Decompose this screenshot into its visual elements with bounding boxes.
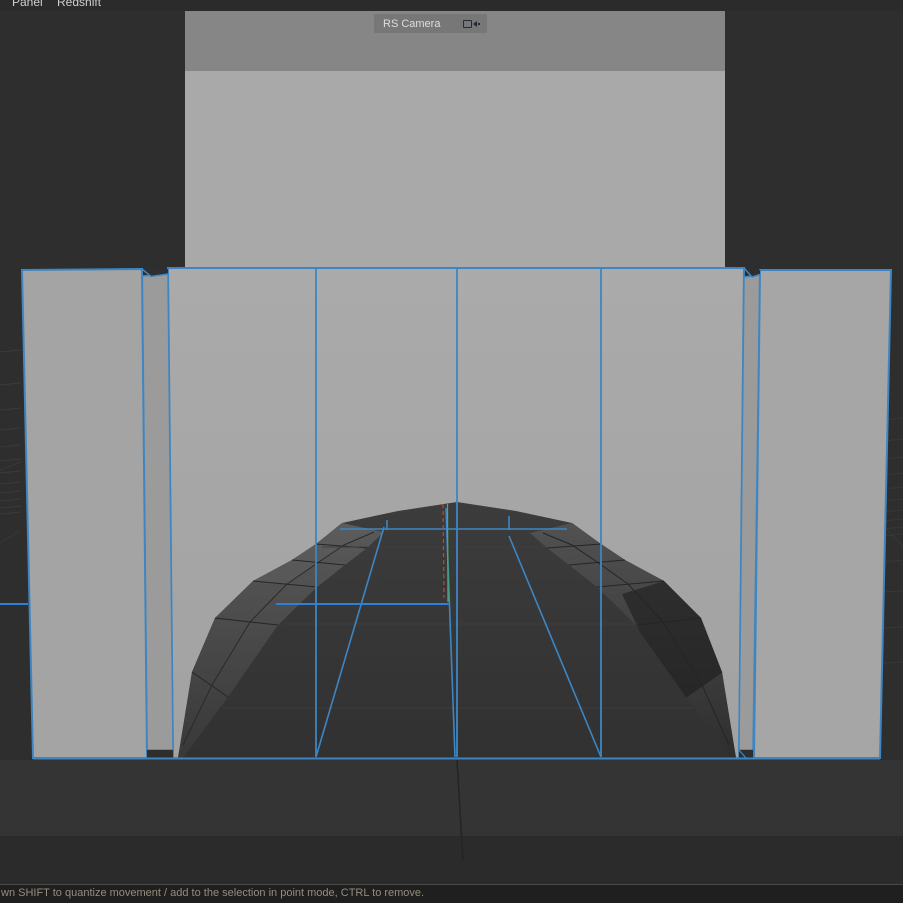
application-window: Panel Redshift RS Camera wn SHIFT to qua… bbox=[0, 0, 903, 903]
camera-label-text: RS Camera bbox=[374, 18, 463, 30]
menu-item-panel[interactable]: Panel bbox=[12, 0, 43, 9]
status-bar: wn SHIFT to quantize movement / add to t… bbox=[0, 884, 903, 903]
backdrop-plane[interactable] bbox=[185, 11, 725, 268]
camera-icon bbox=[463, 20, 480, 28]
arch-structure[interactable] bbox=[22, 268, 891, 759]
axis-y-green bbox=[448, 504, 449, 602]
right-panel[interactable] bbox=[754, 270, 891, 758]
status-text: wn SHIFT to quantize movement / add to t… bbox=[0, 885, 903, 902]
left-panel[interactable] bbox=[22, 269, 147, 758]
viewport-3d-canvas[interactable] bbox=[0, 0, 903, 884]
camera-label[interactable]: RS Camera bbox=[374, 14, 487, 33]
menu-item-redshift[interactable]: Redshift bbox=[57, 0, 101, 9]
menu-bar: Panel Redshift bbox=[0, 0, 903, 11]
